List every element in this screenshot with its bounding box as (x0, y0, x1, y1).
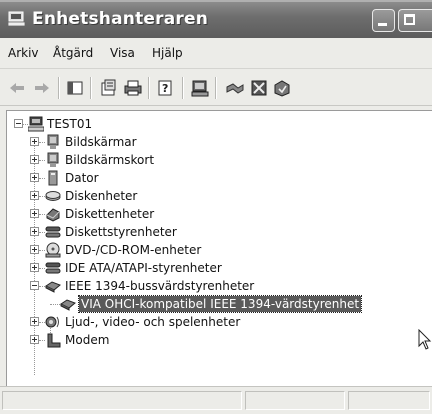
tree-item-label: Diskettenheter (65, 207, 155, 221)
expand-toggle[interactable] (30, 191, 39, 200)
tree-item[interactable]: Diskettenheter (7, 205, 432, 223)
window-title: Enhetshanteraren (32, 9, 208, 29)
ieee1394-device-icon (60, 299, 76, 311)
status-bar (0, 386, 432, 414)
update-driver-icon[interactable] (273, 79, 291, 97)
properties-icon[interactable] (100, 79, 118, 97)
toolbar-separator (215, 77, 217, 99)
tree-item-label: VIA OHCI-kompatibel IEEE 1394-värdstyren… (77, 295, 363, 313)
collapse-toggle[interactable] (14, 119, 23, 128)
tree-item-label: Dator (65, 171, 99, 185)
tree-item-label: Modem (65, 333, 110, 347)
device-tree[interactable]: TEST01 Bildskärmar Bildskärmskort Dator … (6, 110, 432, 386)
tree-item-label: Diskenheter (65, 189, 138, 203)
expand-toggle[interactable] (30, 317, 39, 326)
status-panel (348, 391, 430, 410)
status-panel (245, 391, 345, 410)
expand-toggle[interactable] (30, 155, 39, 164)
help-icon[interactable]: ? (157, 79, 175, 97)
tree-item[interactable]: Modem (7, 331, 432, 349)
tree-root-label: TEST01 (47, 117, 93, 131)
ide-controller-icon (45, 262, 61, 274)
expand-toggle[interactable] (30, 227, 39, 236)
collapse-toggle[interactable] (30, 281, 39, 290)
device-manager-app-icon (8, 11, 26, 27)
tree-item[interactable]: DVD-/CD-ROM-enheter (7, 241, 432, 259)
tree-item[interactable]: IDE ATA/ATAPI-styrenheter (7, 259, 432, 277)
tree-item-label: IEEE 1394-bussvärdstyrenheter (65, 279, 255, 293)
tree-item-label: DVD-/CD-ROM-enheter (65, 243, 202, 257)
minimize-icon (378, 23, 387, 26)
svg-text:?: ? (162, 82, 168, 95)
forward-arrow-icon[interactable] (33, 79, 51, 97)
tree-root-row[interactable]: TEST01 (7, 115, 432, 133)
floppy-controller-icon (45, 226, 61, 238)
tree-item[interactable]: Bildskärmar (7, 133, 432, 151)
expand-toggle[interactable] (30, 173, 39, 182)
tree-connector (50, 304, 60, 306)
disk-drive-icon (45, 191, 61, 201)
toolbar-separator (148, 77, 150, 99)
tree-item-label: Bildskärmar (65, 135, 137, 149)
tree-item-label: Bildskärmskort (65, 153, 155, 167)
toolbar: ? (0, 69, 432, 106)
modem-icon (47, 333, 61, 348)
print-icon[interactable] (124, 79, 142, 97)
toolbar-separator (182, 77, 184, 99)
computer-icon (48, 170, 58, 186)
expand-toggle[interactable] (30, 335, 39, 344)
device-manager-window: Enhetshanteraren Arkiv Åtgärd Visa Hjälp (0, 0, 432, 414)
tree-item-label: Ljud-, video- och spelenheter (65, 315, 241, 329)
expand-toggle[interactable] (30, 245, 39, 254)
tree-item[interactable]: Dator (7, 169, 432, 187)
maximize-icon (404, 14, 415, 25)
tree-item[interactable]: Bildskärmskort (7, 151, 432, 169)
toolbar-separator (58, 77, 60, 99)
menu-hjalp[interactable]: Hjälp (152, 46, 183, 60)
computer-icon (28, 116, 44, 132)
tree-child-item-selected[interactable]: VIA OHCI-kompatibel IEEE 1394-värdstyren… (7, 295, 432, 313)
tree-item-label: Diskettstyrenheter (65, 225, 177, 239)
sound-icon (45, 316, 59, 328)
expand-toggle[interactable] (30, 209, 39, 218)
tree-item[interactable]: Diskettstyrenheter (7, 223, 432, 241)
cdrom-icon (45, 242, 61, 258)
ieee1394-icon (45, 281, 61, 293)
expand-toggle[interactable] (30, 263, 39, 272)
menu-visa[interactable]: Visa (110, 46, 135, 60)
title-bar[interactable]: Enhetshanteraren (0, 0, 432, 38)
tree-item[interactable]: IEEE 1394-bussvärdstyrenheter (7, 277, 432, 295)
tree-item-label: IDE ATA/ATAPI-styrenheter (65, 261, 222, 275)
menu-bar: Arkiv Åtgärd Visa Hjälp (0, 38, 432, 69)
monitor-icon (47, 134, 59, 149)
minimize-button[interactable] (372, 9, 395, 32)
tree-item[interactable]: Ljud-, video- och spelenheter (7, 313, 432, 331)
scan-hardware-icon[interactable] (191, 79, 209, 97)
toolbar-separator (90, 77, 92, 99)
uninstall-icon[interactable] (226, 79, 244, 97)
status-panel (2, 391, 242, 410)
tree-item[interactable]: Diskenheter (7, 187, 432, 205)
back-arrow-icon[interactable] (8, 79, 26, 97)
expand-toggle[interactable] (30, 137, 39, 146)
maximize-button[interactable] (398, 9, 432, 32)
console-tree-icon[interactable] (66, 79, 84, 97)
menu-arkiv[interactable]: Arkiv (8, 46, 39, 60)
menu-atgard[interactable]: Åtgärd (53, 46, 93, 60)
floppy-drive-icon (46, 208, 60, 222)
mouse-cursor-icon (418, 329, 432, 350)
display-adapter-icon (47, 152, 59, 167)
disable-icon[interactable] (250, 79, 268, 97)
